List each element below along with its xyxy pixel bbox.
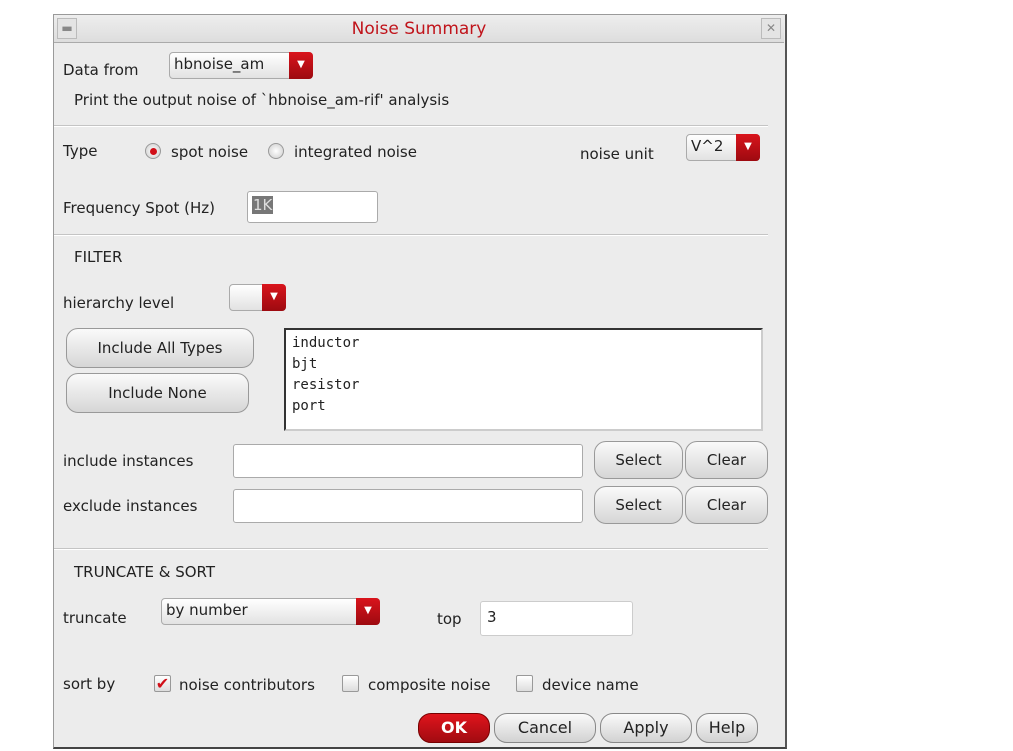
composite-noise-checkbox[interactable] xyxy=(342,675,359,692)
top-input[interactable]: 3 xyxy=(480,601,633,636)
device-name-label[interactable]: device name xyxy=(542,676,639,694)
truncate-select[interactable]: by number ▼ xyxy=(161,598,380,625)
noise-contributors-label[interactable]: noise contributors xyxy=(179,676,315,694)
divider xyxy=(54,125,768,127)
noise-unit-value: V^2 xyxy=(691,137,724,155)
divider xyxy=(54,234,768,236)
apply-button[interactable]: Apply xyxy=(600,713,692,743)
include-none-button[interactable]: Include None xyxy=(66,373,249,413)
chevron-down-icon: ▼ xyxy=(262,284,286,311)
frequency-spot-value: 1K xyxy=(252,196,274,214)
data-from-select[interactable]: hbnoise_am ▼ xyxy=(169,52,313,79)
noise-unit-label: noise unit xyxy=(580,145,654,163)
truncate-value: by number xyxy=(166,601,248,619)
include-select-button[interactable]: Select xyxy=(594,441,683,479)
sort-by-label: sort by xyxy=(63,675,116,693)
frequency-spot-label: Frequency Spot (Hz) xyxy=(63,199,215,217)
exclude-instances-label: exclude instances xyxy=(63,497,198,515)
exclude-clear-button[interactable]: Clear xyxy=(685,486,768,524)
chevron-down-icon: ▼ xyxy=(356,598,380,625)
analysis-description: Print the output noise of `hbnoise_am-ri… xyxy=(74,91,450,109)
filter-heading: FILTER xyxy=(74,248,123,266)
cancel-button[interactable]: Cancel xyxy=(494,713,596,743)
chevron-down-icon: ▼ xyxy=(736,134,760,161)
include-instances-label: include instances xyxy=(63,452,194,470)
spot-noise-label[interactable]: spot noise xyxy=(171,143,248,161)
device-name-checkbox[interactable] xyxy=(516,675,533,692)
chevron-down-icon: ▼ xyxy=(289,52,313,79)
composite-noise-label[interactable]: composite noise xyxy=(368,676,491,694)
list-item[interactable]: resistor xyxy=(292,375,755,396)
window-title: Noise Summary xyxy=(351,19,487,39)
type-label: Type xyxy=(63,142,98,160)
truncate-label: truncate xyxy=(63,609,127,627)
ok-button[interactable]: OK xyxy=(418,713,490,743)
noise-summary-dialog: ▬ Noise Summary ✕ Data from hbnoise_am ▼ … xyxy=(53,14,787,749)
exclude-select-button[interactable]: Select xyxy=(594,486,683,524)
list-item[interactable]: inductor xyxy=(292,333,755,354)
top-label: top xyxy=(437,610,462,628)
exclude-instances-input[interactable] xyxy=(233,489,583,523)
list-item[interactable]: port xyxy=(292,396,755,417)
divider xyxy=(54,548,768,550)
close-icon[interactable]: ✕ xyxy=(761,18,781,39)
help-button[interactable]: Help xyxy=(696,713,758,743)
noise-unit-select[interactable]: V^2 ▼ xyxy=(686,134,760,161)
integrated-noise-label[interactable]: integrated noise xyxy=(294,143,417,161)
list-item[interactable]: bjt xyxy=(292,354,755,375)
device-type-list[interactable]: inductor bjt resistor port xyxy=(284,328,763,431)
noise-contributors-checkbox[interactable]: ✔ xyxy=(154,675,171,692)
data-from-label: Data from xyxy=(63,61,139,79)
hierarchy-level-label: hierarchy level xyxy=(63,294,175,312)
include-clear-button[interactable]: Clear xyxy=(685,441,768,479)
integrated-noise-radio[interactable] xyxy=(268,143,284,159)
include-instances-input[interactable] xyxy=(233,444,583,478)
frequency-spot-input[interactable]: 1K xyxy=(247,191,378,223)
spot-noise-radio[interactable] xyxy=(145,143,161,159)
include-all-types-button[interactable]: Include All Types xyxy=(66,328,254,368)
truncate-sort-heading: TRUNCATE & SORT xyxy=(74,563,216,581)
data-from-value: hbnoise_am xyxy=(174,55,265,73)
hierarchy-level-select[interactable]: ▼ xyxy=(229,284,286,311)
